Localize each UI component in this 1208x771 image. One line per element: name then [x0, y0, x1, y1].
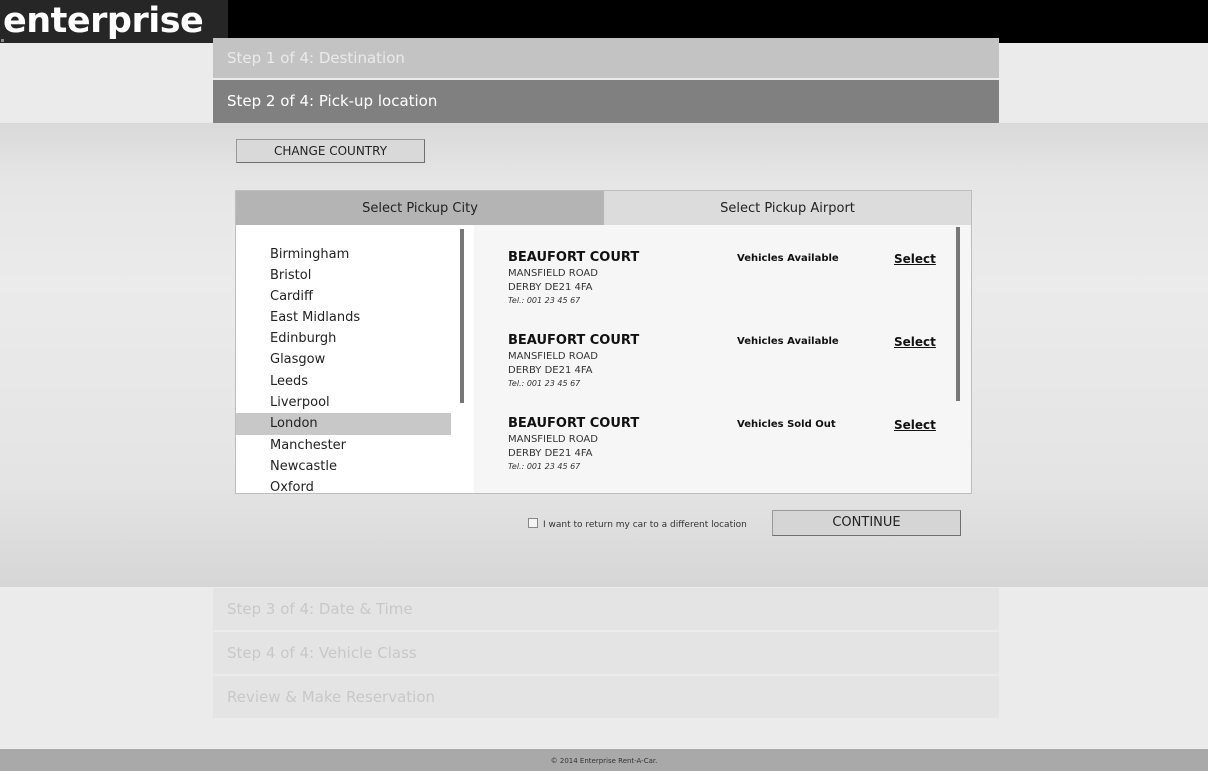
location-list-scrollbar[interactable] — [956, 227, 960, 401]
city-item-east-midlands[interactable]: East Midlands — [236, 307, 451, 329]
step-1-header[interactable]: Step 1 of 4: Destination — [213, 38, 999, 78]
return-different-location-row: I want to return my car to a different l… — [528, 518, 747, 530]
tab-select-pickup-airport[interactable]: Select Pickup Airport — [604, 191, 971, 225]
city-item-leeds[interactable]: Leeds — [236, 371, 451, 393]
return-different-location-label: I want to return my car to a different l… — [543, 520, 747, 530]
location-phone: Tel.: 001 23 45 67 — [508, 379, 581, 388]
continue-button[interactable]: CONTINUE — [772, 510, 961, 536]
location-item: BEAUFORT COURT MANSFIELD ROAD DERBY DE21… — [474, 250, 954, 320]
location-address-line1: MANSFIELD ROAD — [508, 351, 598, 362]
city-list-scrollbar[interactable] — [460, 229, 464, 403]
city-item-manchester[interactable]: Manchester — [236, 435, 451, 457]
city-item-bristol[interactable]: Bristol — [236, 265, 451, 287]
city-item-edinburgh[interactable]: Edinburgh — [236, 328, 451, 350]
city-item-oxford[interactable]: Oxford — [236, 477, 451, 493]
location-phone: Tel.: 001 23 45 67 — [508, 462, 581, 471]
select-location-link[interactable]: Select — [894, 418, 936, 432]
city-item-london[interactable]: London — [236, 413, 451, 435]
enterprise-logo[interactable]: enterprise — [0, 0, 228, 43]
top-bar: enterprise — [0, 0, 1208, 43]
availability-status: Vehicles Available — [737, 336, 839, 347]
tab-select-pickup-city[interactable]: Select Pickup City — [236, 191, 604, 225]
city-item-birmingham[interactable]: Birmingham — [236, 244, 451, 266]
location-name: BEAUFORT COURT — [508, 333, 640, 348]
location-item: BEAUFORT COURT MANSFIELD ROAD DERBY DE21… — [474, 333, 954, 403]
location-address-line1: MANSFIELD ROAD — [508, 268, 598, 279]
footer-copyright: © 2014 Enterprise Rent-A-Car. — [0, 749, 1208, 771]
logo-registered-mark — [1, 39, 4, 42]
change-country-button[interactable]: CHANGE COUNTRY — [236, 139, 425, 163]
return-different-location-checkbox[interactable] — [528, 518, 538, 528]
location-name: BEAUFORT COURT — [508, 250, 640, 265]
review-reservation-header[interactable]: Review & Make Reservation — [213, 676, 999, 718]
city-item-cardiff[interactable]: Cardiff — [236, 286, 451, 308]
city-item-liverpool[interactable]: Liverpool — [236, 392, 451, 414]
step-2-header[interactable]: Step 2 of 4: Pick-up location — [213, 80, 999, 123]
step-3-header[interactable]: Step 3 of 4: Date & Time — [213, 588, 999, 630]
location-item: BEAUFORT COURT MANSFIELD ROAD DERBY DE21… — [474, 416, 954, 486]
location-name: BEAUFORT COURT — [508, 416, 640, 431]
select-location-link[interactable]: Select — [894, 335, 936, 349]
availability-status: Vehicles Sold Out — [737, 419, 836, 430]
location-address-line1: MANSFIELD ROAD — [508, 434, 598, 445]
location-address-line2: DERBY DE21 4FA — [508, 448, 593, 459]
select-location-link[interactable]: Select — [894, 252, 936, 266]
city-item-newcastle[interactable]: Newcastle — [236, 456, 451, 478]
step-4-header[interactable]: Step 4 of 4: Vehicle Class — [213, 632, 999, 674]
location-address-line2: DERBY DE21 4FA — [508, 282, 593, 293]
location-list: BEAUFORT COURT MANSFIELD ROAD DERBY DE21… — [474, 225, 971, 493]
pickup-selector: Select Pickup City Select Pickup Airport… — [235, 190, 972, 494]
location-phone: Tel.: 001 23 45 67 — [508, 296, 581, 305]
city-list: Birmingham Bristol Cardiff East Midlands… — [236, 225, 474, 493]
city-item-glasgow[interactable]: Glasgow — [236, 349, 451, 371]
availability-status: Vehicles Available — [737, 253, 839, 264]
location-address-line2: DERBY DE21 4FA — [508, 365, 593, 376]
